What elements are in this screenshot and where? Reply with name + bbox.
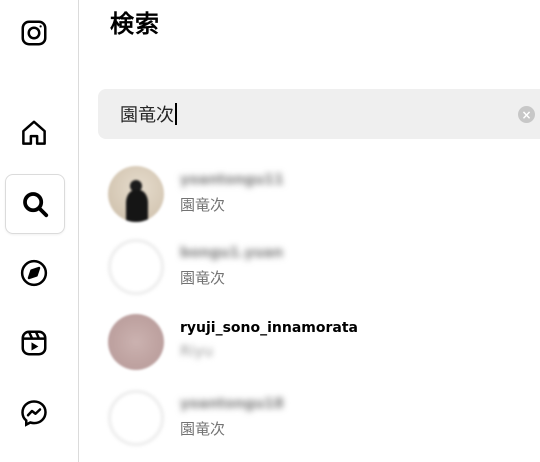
result-username: ryuji_sono_innamorata xyxy=(180,320,359,336)
avatar xyxy=(108,314,164,370)
instagram-icon[interactable] xyxy=(5,4,63,62)
explore-icon[interactable] xyxy=(5,244,63,302)
close-icon: × xyxy=(521,107,532,122)
search-icon[interactable] xyxy=(5,174,65,234)
avatar xyxy=(108,390,164,446)
panel-title: 検索 xyxy=(110,10,160,38)
search-result-item[interactable]: ryuji_sono_innamorata Riyu xyxy=(96,307,540,377)
avatar xyxy=(108,239,164,295)
avatar xyxy=(108,166,164,222)
result-username: yoantongu11 xyxy=(180,172,284,188)
search-result-item[interactable]: bongu1.yuan 園竜次 xyxy=(96,232,540,302)
text-caret xyxy=(175,103,177,125)
search-result-item[interactable]: yoantongu18 園竜次 xyxy=(96,383,540,453)
search-input[interactable]: 園竜次 × xyxy=(98,89,540,139)
result-subtitle: 園竜次 xyxy=(180,196,226,214)
clear-search-button[interactable]: × xyxy=(518,106,535,123)
result-username: yoantongu18 xyxy=(180,396,284,412)
search-query-text: 園竜次 xyxy=(120,105,174,126)
messenger-icon[interactable] xyxy=(5,384,63,442)
home-icon[interactable] xyxy=(5,104,63,162)
result-subtitle: 園竜次 xyxy=(180,269,226,287)
sidebar xyxy=(0,0,79,462)
result-subtitle: Riyu xyxy=(180,342,213,360)
result-subtitle: 園竜次 xyxy=(180,420,226,438)
result-username: bongu1.yuan xyxy=(180,245,284,261)
search-result-item[interactable]: yoantongu11 園竜次 xyxy=(96,159,540,229)
reels-icon[interactable] xyxy=(5,314,63,372)
